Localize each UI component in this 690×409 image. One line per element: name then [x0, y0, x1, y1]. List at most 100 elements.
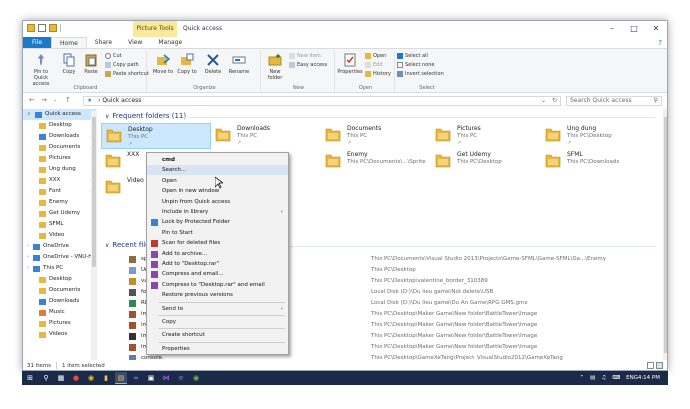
context-menu-item[interactable]: Restore previous versions	[147, 290, 288, 300]
minimize-button[interactable]: –	[601, 21, 623, 37]
address-bar[interactable]: ★ › Quick access ⌄ ↻	[83, 96, 561, 106]
clock[interactable]: 4:14 PM	[638, 371, 660, 385]
edge-icon[interactable]: e	[175, 372, 187, 384]
folder-tile[interactable]: Pictures This PC ↗	[431, 123, 541, 149]
expand-chevron-icon[interactable]: ›	[27, 241, 29, 252]
paste-button[interactable]: Paste	[79, 53, 103, 75]
chrome-icon[interactable]: ◉	[85, 372, 97, 384]
nav-item[interactable]: Font↗	[23, 186, 96, 197]
nav-item[interactable]: › This PC	[23, 263, 96, 274]
move-to-button[interactable]: Move to	[151, 53, 175, 75]
properties-button[interactable]: Properties	[337, 53, 363, 75]
language-indicator[interactable]: ENG	[626, 371, 638, 385]
nav-item[interactable]: Documents↗	[23, 142, 96, 153]
nav-item[interactable]: Pictures↗	[23, 153, 96, 164]
copy-button[interactable]: Copy	[57, 53, 81, 75]
folder-tile[interactable]: Documents This PC ↗	[321, 123, 431, 149]
context-menu-item[interactable]: Send to ›	[147, 304, 288, 314]
copy-to-button[interactable]: Copy to	[175, 53, 199, 75]
delete-button[interactable]: Delete	[201, 53, 225, 75]
expand-chevron-icon[interactable]: ›	[27, 252, 29, 263]
folder-tile[interactable]: Get Udemy This PC\Desktop	[431, 149, 541, 175]
easy-access-button[interactable]: Easy access	[289, 61, 327, 69]
expand-chevron-icon[interactable]: ∨	[27, 109, 31, 120]
recent-locations-icon[interactable]: ⌄	[53, 97, 57, 103]
app-icon[interactable]: ◉	[190, 372, 202, 384]
select-all-button[interactable]: Select all	[397, 52, 428, 60]
context-menu-item[interactable]: Include in library ›	[147, 207, 288, 217]
nav-item[interactable]: Downloads	[23, 296, 96, 307]
visual-studio-icon[interactable]: ∞	[130, 372, 142, 384]
cut-button[interactable]: Cut	[105, 52, 122, 60]
forward-arrow-icon[interactable]: →	[41, 96, 47, 104]
open-button[interactable]: Open	[365, 52, 386, 60]
context-menu-item[interactable]: Unpin from Quick access	[147, 197, 288, 207]
paste-shortcut-button[interactable]: Paste shortcut	[105, 70, 149, 78]
content-scrollbar[interactable]	[663, 109, 667, 360]
tab-manage[interactable]: Manage	[150, 37, 190, 48]
nav-item[interactable]: ∨ Quick access	[23, 109, 96, 120]
context-menu-item[interactable]: Add to archive...	[147, 249, 288, 259]
folder-tile[interactable]: Desktop This PC ↗	[101, 123, 211, 149]
nav-item[interactable]: Video	[23, 230, 96, 241]
rename-button[interactable]: Rename	[227, 53, 251, 75]
context-menu-item[interactable]: Add to "Desktop.rar"	[147, 259, 288, 269]
vs-code-icon[interactable]: ⋈	[160, 372, 172, 384]
nav-item[interactable]: Downloads↗	[23, 131, 96, 142]
sticky-notes-icon[interactable]: ▮	[100, 372, 112, 384]
keyboard-icon[interactable]: ⌨	[612, 371, 620, 385]
folder-tile[interactable]: Enemy This PC\Documents\...\Sprite	[321, 149, 431, 175]
up-arrow-icon[interactable]: ↑	[65, 96, 71, 104]
nav-item[interactable]: SFML	[23, 219, 96, 230]
nav-item[interactable]: Ung dung↗	[23, 164, 96, 175]
nav-item[interactable]: Videos	[23, 329, 96, 340]
start-windows-icon[interactable]: ⊞	[24, 372, 36, 384]
tab-home[interactable]: Home	[51, 37, 87, 48]
address-dropdown-icon[interactable]: ⌄	[541, 97, 546, 105]
context-menu-item[interactable]: Lock by Protected Folder	[147, 217, 288, 227]
nav-item[interactable]: XXX↗	[23, 175, 96, 186]
nav-item[interactable]: Desktop↗	[23, 120, 96, 131]
task-view-icon[interactable]: ▦	[55, 372, 67, 384]
invert-selection-button[interactable]: Invert selection	[397, 70, 444, 78]
new-folder-qat-icon[interactable]	[49, 24, 57, 32]
context-menu-item[interactable]: Properties	[147, 344, 288, 354]
content-scrollbar-thumb[interactable]	[664, 117, 667, 353]
back-arrow-icon[interactable]: ←	[29, 96, 35, 104]
nav-item[interactable]: Desktop	[23, 274, 96, 285]
nav-item[interactable]: Enemy	[23, 197, 96, 208]
tab-share[interactable]: Share	[87, 37, 120, 48]
help-icon[interactable]: ?	[653, 37, 667, 48]
network-icon[interactable]: ▤	[590, 371, 595, 385]
copy-path-button[interactable]: Copy path	[105, 61, 139, 69]
context-menu-item[interactable]: Create shortcut	[147, 330, 288, 340]
store-icon[interactable]: ▣	[145, 372, 157, 384]
tab-file[interactable]: File	[23, 37, 52, 48]
refresh-icon[interactable]: ↻	[552, 97, 557, 105]
context-menu-item[interactable]: Search...	[147, 165, 288, 176]
volume-icon[interactable]: ♫	[601, 371, 606, 385]
file-explorer-icon[interactable]: ▤	[115, 372, 127, 384]
context-menu-item[interactable]: Scan for deleted files	[147, 238, 288, 248]
nav-item[interactable]: Documents	[23, 285, 96, 296]
nav-item[interactable]: Get Udemy	[23, 208, 96, 219]
search-icon[interactable]: ⚲	[40, 372, 52, 384]
large-icons-view-icon[interactable]	[656, 362, 663, 369]
tab-view[interactable]: View	[120, 37, 150, 48]
select-none-button[interactable]: Select none	[397, 61, 435, 69]
search-input[interactable]: Search Quick access ⚲	[566, 96, 662, 106]
folder-tile[interactable]: SFML This PC\Downloads	[541, 149, 651, 175]
context-menu-item[interactable]: Copy	[147, 317, 288, 327]
new-folder-button[interactable]: New folder	[263, 53, 287, 81]
show-hidden-icons-icon[interactable]: ⌃	[579, 371, 584, 385]
nav-scrollbar[interactable]	[91, 111, 97, 360]
nav-item[interactable]: Pictures	[23, 318, 96, 329]
close-button[interactable]: ✕	[645, 21, 667, 37]
folder-tile[interactable]: Downloads This PC ↗	[211, 123, 321, 149]
context-menu-item[interactable]: cmd	[147, 155, 288, 165]
context-menu-item[interactable]: Compress and email...	[147, 269, 288, 279]
nav-scrollbar-thumb[interactable]	[92, 117, 96, 267]
folder-tile[interactable]: Ung dung This PC\Desktop ↗	[541, 123, 651, 149]
expand-chevron-icon[interactable]: ›	[27, 263, 29, 274]
context-menu-item[interactable]: Compress to "Desktop.rar" and email	[147, 280, 288, 290]
